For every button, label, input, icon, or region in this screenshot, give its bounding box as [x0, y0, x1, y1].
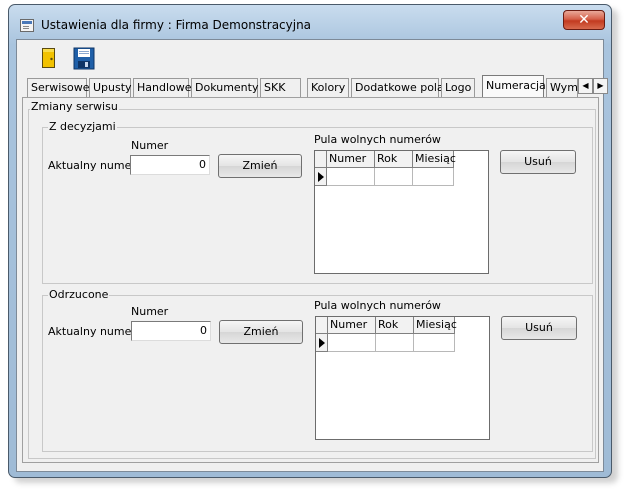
free-numbers-grid[interactable]: Numer Rok Miesiąc — [315, 316, 490, 440]
grid-cell[interactable] — [413, 168, 454, 186]
grid-corner — [315, 151, 327, 168]
tab-numeracja[interactable]: Numeracja — [482, 75, 546, 97]
grid-column-numer[interactable]: Numer — [327, 151, 375, 168]
free-numbers-pool-label: Pula wolnych numerów — [314, 133, 441, 146]
grid-cell[interactable] — [327, 168, 375, 186]
tab-dodatkowe-pola[interactable]: Dodatkowe pola — [351, 78, 444, 97]
tab-kolory[interactable]: Kolory — [307, 78, 349, 97]
window-title: Ustawienia dla firmy : Firma Demonstracy… — [41, 18, 312, 32]
group-zmiany-serwisu-label: Zmiany serwisu — [30, 100, 119, 113]
tab-scroll-left-icon[interactable]: ◀ — [578, 78, 593, 94]
tab-skk[interactable]: SKK — [260, 78, 301, 97]
tab-upusty[interactable]: Upusty — [89, 78, 132, 97]
number-header: Numer — [131, 305, 169, 318]
save-disk-icon[interactable] — [71, 46, 97, 72]
grid-cell[interactable] — [376, 334, 414, 352]
grid-column-rok[interactable]: Rok — [376, 317, 414, 334]
section-odrzucone-title: Odrzucone — [48, 288, 110, 301]
number-header: Numer — [131, 139, 169, 152]
title-bar[interactable]: Ustawienia dla firmy : Firma Demonstracy… — [9, 5, 611, 37]
tab-logo[interactable]: Logo — [441, 78, 475, 97]
change-number-button[interactable]: Zmień — [218, 154, 302, 178]
tab-handlowe[interactable]: Handlowe — [133, 78, 192, 97]
current-number-label: Aktualny numer: — [48, 325, 140, 338]
change-number-button[interactable]: Zmień — [219, 320, 303, 344]
grid-column-miesiac[interactable]: Miesiąc — [413, 151, 456, 168]
tab-dokumenty[interactable]: Dokumenty — [191, 78, 258, 97]
grid-cell[interactable] — [375, 168, 413, 186]
grid-cell[interactable] — [414, 334, 455, 352]
row-indicator-icon[interactable] — [315, 168, 327, 186]
grid-cell[interactable] — [328, 334, 376, 352]
grid-corner — [316, 317, 328, 334]
free-numbers-pool-label: Pula wolnych numerów — [314, 299, 441, 312]
current-number-label: Aktualny numer: — [48, 159, 140, 172]
delete-button[interactable]: Usuń — [501, 316, 577, 340]
grid-column-miesiac[interactable]: Miesiąc — [414, 317, 457, 334]
grid-column-rok[interactable]: Rok — [375, 151, 413, 168]
current-number-input[interactable]: 0 — [130, 155, 210, 175]
current-number-input[interactable]: 0 — [131, 321, 211, 341]
numeracja-panel: Zmiany serwisu Z decyzjami Numer Aktualn… — [22, 97, 599, 463]
tab-serwisowe[interactable]: Serwisowe — [27, 78, 90, 97]
client-area: Serwisowe Upusty Handlowe Dokumenty SKK … — [16, 39, 608, 472]
window-icon — [20, 19, 34, 32]
row-indicator-icon[interactable] — [316, 334, 328, 352]
grid-column-numer[interactable]: Numer — [328, 317, 376, 334]
dialog-window: Ustawienia dla firmy : Firma Demonstracy… — [8, 4, 612, 478]
section-z-decyzjami-title: Z decyzjami — [48, 120, 117, 133]
close-button[interactable]: ✕ — [563, 10, 605, 30]
free-numbers-grid[interactable]: Numer Rok Miesiąc — [314, 150, 489, 274]
tab-wyma[interactable]: Wyma — [546, 78, 578, 97]
delete-button[interactable]: Usuń — [500, 150, 576, 174]
exit-door-icon[interactable] — [36, 46, 62, 72]
tab-scroll-right-icon[interactable]: ▶ — [593, 78, 608, 94]
